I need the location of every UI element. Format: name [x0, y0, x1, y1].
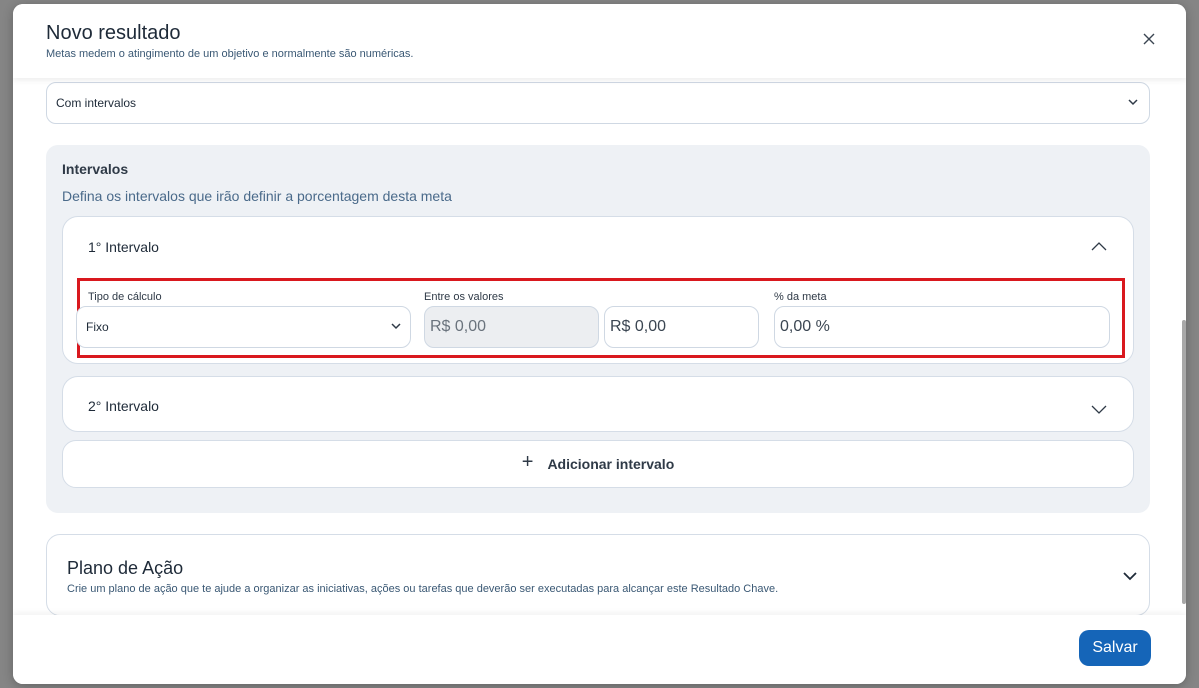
measurement-type-select[interactable]: Com intervalos — [46, 82, 1150, 124]
chevron-down-icon — [391, 323, 401, 330]
interval-2-title: 2° Intervalo — [88, 398, 159, 414]
calc-type-label: Tipo de cálculo — [88, 291, 162, 303]
close-icon — [1143, 33, 1155, 45]
interval-1-fields: Tipo de cálculo Fixo Entre os valores R$… — [76, 278, 1125, 358]
to-value-input[interactable]: R$ 0,00 — [604, 306, 759, 348]
interval-1-title[interactable]: 1° Intervalo — [88, 239, 159, 255]
save-button[interactable]: Salvar — [1079, 630, 1151, 666]
add-interval-label: Adicionar intervalo — [547, 456, 675, 472]
modal-header: Novo resultado Metas medem o atingimento… — [13, 4, 1186, 78]
measurement-type-value: Com intervalos — [56, 96, 137, 110]
intervals-title: Intervalos — [62, 161, 129, 177]
chevron-down-icon — [1128, 99, 1138, 106]
modal-footer: Salvar — [13, 615, 1186, 684]
scrollbar[interactable] — [1182, 320, 1186, 604]
interval-card-2[interactable]: 2° Intervalo — [62, 376, 1134, 432]
close-button[interactable] — [1140, 30, 1158, 48]
goal-percent-text: 0,00 % — [780, 318, 830, 335]
modal-subtitle: Metas medem o atingimento de um objetivo… — [46, 48, 414, 60]
new-result-modal: Novo resultado Metas medem o atingimento… — [13, 4, 1186, 684]
action-plan-title: Plano de Ação — [67, 558, 184, 578]
from-value-input: R$ 0,00 — [424, 306, 599, 348]
between-values-label: Entre os valores — [424, 291, 504, 303]
modal-title: Novo resultado — [46, 22, 181, 44]
calc-type-value: Fixo — [86, 320, 109, 334]
chevron-down-icon[interactable] — [1123, 570, 1137, 582]
action-plan-card[interactable]: Plano de Ação Crie um plano de ação que … — [46, 534, 1150, 615]
calc-type-select[interactable]: Fixo — [76, 306, 411, 348]
interval-card-1: 1° Intervalo Tipo de cálculo Fixo Entre … — [62, 216, 1134, 364]
intervals-panel: Intervalos Defina os intervalos que irão… — [46, 145, 1150, 513]
plus-icon: + — [521, 451, 534, 473]
goal-percent-label: % da meta — [774, 291, 827, 303]
chevron-down-icon[interactable] — [1091, 403, 1107, 415]
modal-body: Com intervalos Intervalos Defina os inte… — [13, 78, 1186, 615]
from-value-text: R$ 0,00 — [430, 318, 487, 335]
goal-percent-input[interactable]: 0,00 % — [774, 306, 1110, 348]
to-value-text: R$ 0,00 — [610, 318, 667, 335]
action-plan-description: Crie um plano de ação que te ajude a org… — [67, 583, 779, 595]
intervals-description: Defina os intervalos que irão definir a … — [62, 188, 452, 204]
chevron-up-icon[interactable] — [1091, 241, 1107, 253]
add-interval-button[interactable]: + Adicionar intervalo — [62, 440, 1134, 488]
